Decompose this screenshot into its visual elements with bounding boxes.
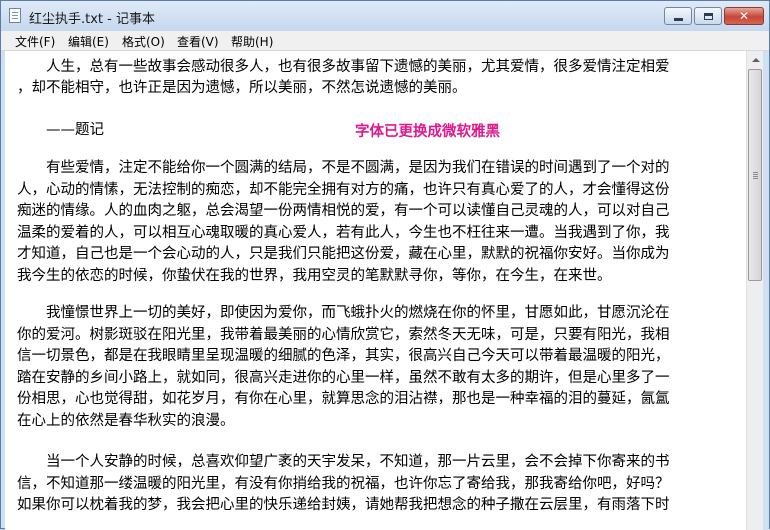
- arrow-up-icon: [751, 57, 760, 62]
- text-line: 温柔的爱着的人，可以相互心魂取暖的真心爱人，若有此人，今生也不枉往来一遭。当我遇…: [17, 224, 670, 241]
- menu-file[interactable]: 文件(F): [15, 33, 55, 50]
- text-line: 踏在安静的乡间小路上，就如同，很高兴走进你的心里一样，虽然不敢有太多的期许，但是…: [17, 369, 670, 386]
- overlay-annotation: 字体已更换成微软雅黑: [355, 123, 500, 140]
- close-button[interactable]: ✕: [724, 7, 764, 25]
- scroll-up-button[interactable]: [747, 51, 764, 68]
- text-line: 份相思，心也觉得甜，如花岁月，有你在心里，就算思念的泪沾襟，那也是一种幸福的泪的…: [17, 391, 670, 407]
- paragraph: 有些爱情，注定不能给你一个圆满的结局，不是不圆满，是因为我们在错误的时间遇到了一…: [17, 158, 670, 287]
- menu-format[interactable]: 格式(O): [122, 33, 165, 50]
- title-bar[interactable]: 红尘执手.txt - 记事本 ✕: [1, 1, 769, 31]
- text-line: 当一个人安静的时候，总喜欢仰望广袤的天宇发呆，不知道，那一片云里，会不会掉下你寄…: [17, 454, 670, 470]
- window-title: 红尘执手.txt - 记事本: [29, 12, 155, 27]
- menu-help[interactable]: 帮助(H): [231, 33, 273, 50]
- text-line: 痴迷的情缘。人的血肉之躯，总会渴望一份两情相悦的爱，有一个可以读懂自己灵魂的人，…: [17, 203, 670, 219]
- text-line: 如果你可以枕着我的梦，我会把心里的快乐递给封姨，请她帮我把想念的种子撒在云层里，…: [17, 497, 670, 513]
- close-icon: ✕: [738, 9, 750, 23]
- notepad-app-icon[interactable]: [9, 8, 21, 23]
- window-frame-right: [763, 51, 769, 530]
- text-line: 人，心动的情愫，无法控制的痴恋，却不能完全拥有对方的痛，也许只有真心爱了的人，才…: [17, 181, 670, 198]
- menu-edit[interactable]: 编辑(E): [68, 33, 109, 50]
- text-line: 信一切景色，都是在我眼睛里呈现温暖的细腻的色泽，其实，很高兴自己今天可以带着最温…: [17, 348, 670, 364]
- text-line: ——题记: [17, 122, 104, 138]
- paragraph: 当一个人安静的时候，总喜欢仰望广袤的天宇发呆，不知道，那一片云里，会不会掉下你寄…: [17, 452, 670, 517]
- text-line: 你的爱河。树影斑驳在阳光里，我带着最美丽的心情欣赏它，索然冬天无味，可是，只要有…: [17, 326, 670, 343]
- scrollbar-thumb[interactable]: [748, 69, 762, 281]
- vertical-scrollbar[interactable]: [746, 51, 764, 530]
- minimize-button[interactable]: [664, 7, 692, 25]
- maximize-button[interactable]: [694, 7, 722, 25]
- grip-icon: [753, 172, 758, 173]
- menu-bar: 文件(F) 编辑(E) 格式(O) 查看(V) 帮助(H): [1, 31, 769, 51]
- paragraph: 人生，总有一些故事会感动很多人，也有很多故事留下遗憾的美丽，尤其爱情，很多爱情注…: [17, 57, 670, 99]
- text-line: 人生，总有一些故事会感动很多人，也有很多故事留下遗憾的美丽，尤其爱情，很多爱情注…: [17, 59, 670, 75]
- text-editor-area[interactable]: 人生，总有一些故事会感动很多人，也有很多故事留下遗憾的美丽，尤其爱情，很多爱情注…: [5, 51, 746, 530]
- text-line: 有些爱情，注定不能给你一个圆满的结局，不是不圆满，是因为我们在错误的时间遇到了一…: [17, 160, 670, 176]
- text-line: 我今生的依恋的时候，你蛰伏在我的世界，我用空灵的笔默默寻你，等你，在今生，在来世…: [17, 267, 612, 284]
- text-line: 我憧憬世界上一切的美好，即使因为爱你，而飞蛾扑火的燃烧在你的怀里，甘愿如此，甘愿…: [17, 305, 670, 321]
- menu-view[interactable]: 查看(V): [177, 33, 219, 50]
- minimize-icon: [673, 17, 683, 21]
- text-line: ，却不能相守，也许正是因为遗憾，所以美丽，不然怎说遗憾的美丽。: [17, 80, 467, 96]
- text-line: 信，不知道那一缕温暖的阳光里，有没有你捎给我的祝福，也许你忘了寄给我，那我寄给你…: [17, 475, 670, 492]
- maximize-icon: [703, 12, 713, 20]
- text-line: 在心上的依然是春华秋实的浪漫。: [17, 412, 235, 429]
- paragraph: 我憧憬世界上一切的美好，即使因为爱你，而飞蛾扑火的燃烧在你的怀里，甘愿如此，甘愿…: [17, 303, 670, 432]
- notepad-window: 红尘执手.txt - 记事本 ✕ 文件(F) 编辑(E) 格式(O) 查看(V)…: [0, 0, 770, 530]
- paragraph-epigraph: ——题记: [17, 120, 104, 141]
- text-line: 才知道，自己也是一个会心动的人，只是我们只能把这份爱，藏在心里，默默的祝福你安好…: [17, 246, 670, 262]
